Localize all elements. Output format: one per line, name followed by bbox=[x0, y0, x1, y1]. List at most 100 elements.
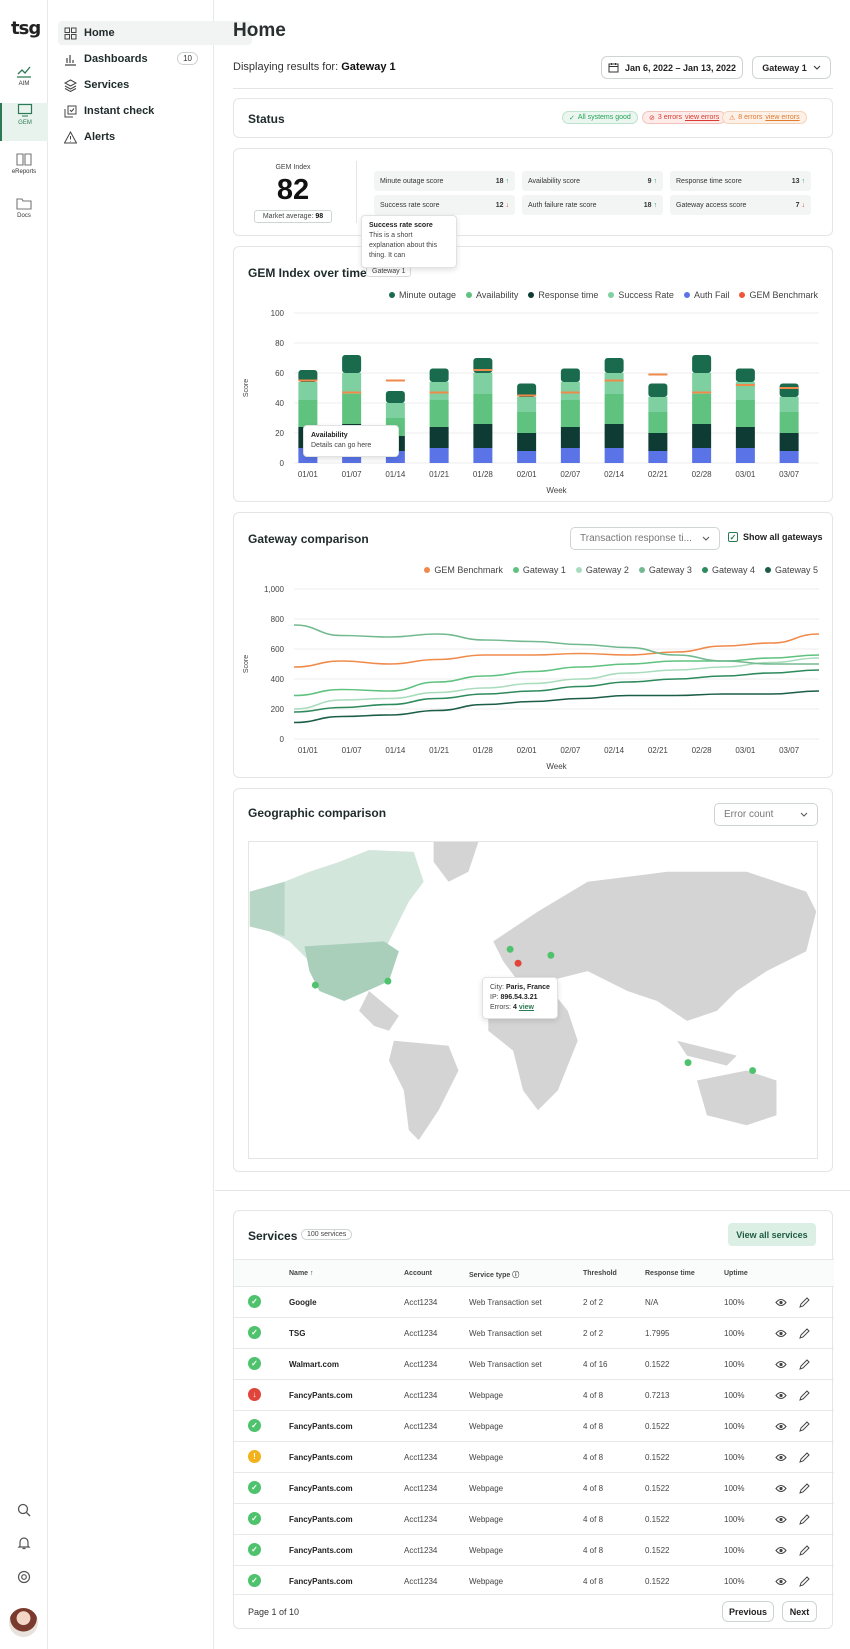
pencil-icon[interactable] bbox=[799, 1328, 810, 1339]
eye-icon[interactable] bbox=[775, 1515, 787, 1524]
series-line[interactable] bbox=[293, 690, 820, 724]
view-warnings-link[interactable]: view errors bbox=[765, 114, 799, 121]
nav-item-instant-check[interactable]: Instant check bbox=[58, 99, 252, 123]
bar-segment[interactable] bbox=[298, 400, 318, 427]
bar-segment[interactable] bbox=[473, 424, 493, 448]
bar-segment[interactable] bbox=[692, 355, 712, 373]
service-name[interactable]: FancyPants.com bbox=[289, 1484, 353, 1493]
service-name[interactable]: FancyPants.com bbox=[289, 1391, 353, 1400]
score-gateway-access[interactable]: Gateway access score 7 ↓ bbox=[670, 195, 811, 215]
bar-segment[interactable] bbox=[473, 448, 493, 463]
bar-segment[interactable] bbox=[560, 448, 580, 463]
score-response-time[interactable]: Response time score 13 ↑ bbox=[670, 171, 811, 191]
location-marker[interactable] bbox=[684, 1059, 692, 1067]
eye-icon[interactable] bbox=[775, 1298, 787, 1307]
bar-segment[interactable] bbox=[342, 355, 362, 373]
eye-icon[interactable] bbox=[775, 1360, 787, 1369]
bar-segment[interactable] bbox=[692, 373, 712, 394]
bar-segment[interactable] bbox=[604, 358, 624, 373]
bar-segment[interactable] bbox=[298, 382, 318, 400]
geo-metric-select[interactable]: Error count bbox=[714, 803, 818, 826]
bar-segment[interactable] bbox=[429, 448, 449, 463]
bar-segment[interactable] bbox=[735, 400, 755, 427]
view-errors-link[interactable]: view errors bbox=[685, 114, 719, 121]
table-row[interactable]: ✓ FancyPants.com Acct1234 Webpage 4 of 8… bbox=[234, 1534, 834, 1565]
bar-segment[interactable] bbox=[385, 403, 405, 418]
bar-segment[interactable] bbox=[648, 433, 668, 451]
eye-icon[interactable] bbox=[775, 1577, 787, 1586]
bar-segment[interactable] bbox=[517, 412, 537, 433]
bar-segment[interactable] bbox=[735, 368, 755, 383]
bar-segment[interactable] bbox=[692, 424, 712, 448]
location-marker[interactable] bbox=[311, 981, 319, 989]
bar-segment[interactable] bbox=[648, 397, 668, 412]
bar-segment[interactable] bbox=[560, 427, 580, 448]
nav-item-alerts[interactable]: Alerts bbox=[58, 125, 252, 149]
benchmark-marker[interactable] bbox=[604, 379, 624, 382]
service-name[interactable]: Walmart.com bbox=[289, 1360, 339, 1369]
table-row[interactable]: ✓ FancyPants.com Acct1234 Webpage 4 of 8… bbox=[234, 1472, 834, 1503]
pencil-icon[interactable] bbox=[799, 1576, 810, 1587]
bar-segment[interactable] bbox=[385, 391, 405, 403]
bar-segment[interactable] bbox=[429, 382, 449, 400]
bar-segment[interactable] bbox=[779, 383, 799, 398]
bar-segment[interactable] bbox=[429, 427, 449, 448]
bar-segment[interactable] bbox=[735, 427, 755, 448]
bar-segment[interactable] bbox=[692, 394, 712, 424]
search-icon[interactable] bbox=[0, 1503, 48, 1522]
pencil-icon[interactable] bbox=[799, 1297, 810, 1308]
eye-icon[interactable] bbox=[775, 1329, 787, 1338]
bar-segment[interactable] bbox=[604, 424, 624, 448]
benchmark-marker[interactable] bbox=[648, 373, 668, 376]
benchmark-marker[interactable] bbox=[779, 387, 799, 389]
tooltip-view-link[interactable]: view bbox=[519, 1004, 534, 1011]
rail-item-aim[interactable]: AIM bbox=[0, 64, 48, 102]
service-name[interactable]: FancyPants.com bbox=[289, 1453, 353, 1462]
benchmark-marker[interactable] bbox=[517, 394, 537, 397]
nav-item-services[interactable]: Services bbox=[58, 73, 252, 97]
rail-item-ereports[interactable]: eReports bbox=[0, 152, 48, 190]
score-auth-failure[interactable]: Auth failure rate score 18 ↑ bbox=[522, 195, 663, 215]
location-marker-error[interactable] bbox=[514, 959, 522, 967]
eye-icon[interactable] bbox=[775, 1484, 787, 1493]
bar-segment[interactable] bbox=[473, 394, 493, 424]
eye-icon[interactable] bbox=[775, 1546, 787, 1555]
table-row[interactable]: ! FancyPants.com Acct1234 Webpage 4 of 8… bbox=[234, 1441, 834, 1472]
col-name[interactable]: Name ↑ bbox=[289, 1270, 314, 1277]
rail-item-docs[interactable]: Docs bbox=[0, 196, 48, 234]
benchmark-marker[interactable] bbox=[298, 379, 318, 382]
bar-segment[interactable] bbox=[779, 433, 799, 451]
bar-segment[interactable] bbox=[342, 373, 362, 394]
table-row[interactable]: ✓ FancyPants.com Acct1234 Webpage 4 of 8… bbox=[234, 1503, 834, 1534]
bar-segment[interactable] bbox=[560, 382, 580, 400]
bar-segment[interactable] bbox=[517, 451, 537, 463]
benchmark-marker[interactable] bbox=[429, 391, 449, 394]
score-minute-outage[interactable]: Minute outage score 18 ↑ bbox=[374, 171, 515, 191]
service-name[interactable]: FancyPants.com bbox=[289, 1515, 353, 1524]
benchmark-marker[interactable] bbox=[560, 391, 580, 394]
service-name[interactable]: FancyPants.com bbox=[289, 1422, 353, 1431]
pencil-icon[interactable] bbox=[799, 1452, 810, 1463]
bar-segment[interactable] bbox=[648, 412, 668, 433]
eye-icon[interactable] bbox=[775, 1391, 787, 1400]
eye-icon[interactable] bbox=[775, 1422, 787, 1431]
col-threshold[interactable]: Threshold bbox=[583, 1270, 617, 1277]
gateway-select[interactable]: Gateway 1 bbox=[752, 56, 831, 79]
avatar[interactable] bbox=[9, 1608, 38, 1637]
bar-segment[interactable] bbox=[735, 448, 755, 463]
benchmark-marker[interactable] bbox=[692, 391, 712, 394]
col-response-time[interactable]: Response time bbox=[645, 1270, 695, 1277]
metric-select[interactable]: Transaction response ti... bbox=[570, 527, 720, 550]
bar-segment[interactable] bbox=[517, 397, 537, 412]
bar-segment[interactable] bbox=[604, 448, 624, 463]
table-row[interactable]: ✓ Walmart.com Acct1234 Web Transaction s… bbox=[234, 1348, 834, 1379]
service-name[interactable]: Google bbox=[289, 1298, 317, 1307]
table-row[interactable]: ↓ FancyPants.com Acct1234 Webpage 4 of 8… bbox=[234, 1379, 834, 1410]
table-row[interactable]: ✓ FancyPants.com Acct1234 Webpage 4 of 8… bbox=[234, 1565, 834, 1596]
bar-segment[interactable] bbox=[429, 400, 449, 427]
pencil-icon[interactable] bbox=[799, 1390, 810, 1401]
col-account[interactable]: Account bbox=[404, 1270, 432, 1277]
bar-segment[interactable] bbox=[779, 397, 799, 412]
pencil-icon[interactable] bbox=[799, 1359, 810, 1370]
bar-segment[interactable] bbox=[560, 400, 580, 427]
